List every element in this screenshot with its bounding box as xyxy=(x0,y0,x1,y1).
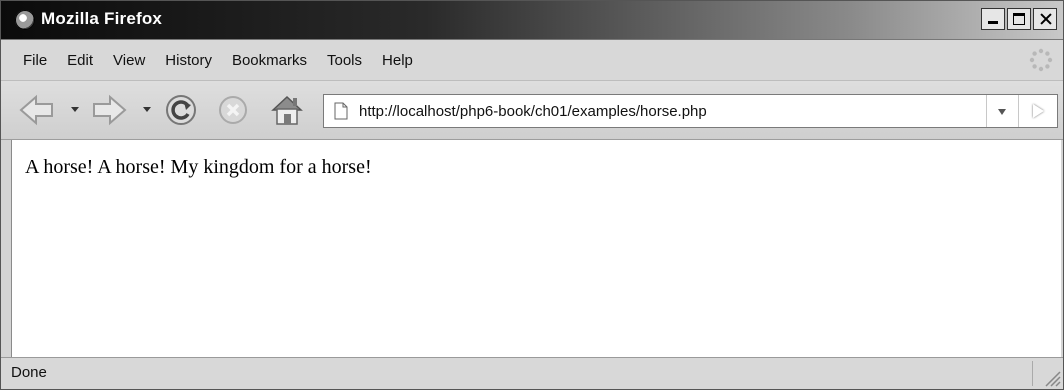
menu-view[interactable]: View xyxy=(103,52,155,69)
stop-icon xyxy=(219,96,247,124)
title-bar[interactable]: Mozilla Firefox xyxy=(1,1,1063,40)
back-icon xyxy=(19,94,53,126)
url-bar[interactable]: http://localhost/php6-book/ch01/examples… xyxy=(323,94,1058,128)
menu-history[interactable]: History xyxy=(155,52,222,69)
home-button[interactable] xyxy=(267,91,307,129)
close-button[interactable] xyxy=(1033,8,1057,30)
page-text: A horse! A horse! My kingdom for a horse… xyxy=(25,156,372,178)
navigation-toolbar: http://localhost/php6-book/ch01/examples… xyxy=(1,81,1063,140)
browser-window: Mozilla Firefox File Edit View History B… xyxy=(0,0,1064,390)
back-history-dropdown-icon[interactable] xyxy=(71,107,79,112)
menu-edit[interactable]: Edit xyxy=(57,52,103,69)
window-controls xyxy=(981,8,1057,30)
url-text[interactable]: http://localhost/php6-book/ch01/examples… xyxy=(359,103,707,120)
home-icon xyxy=(271,95,303,125)
page-content: A horse! A horse! My kingdom for a horse… xyxy=(11,140,1061,358)
back-button[interactable] xyxy=(17,91,57,129)
reload-button[interactable] xyxy=(161,91,201,129)
forward-button[interactable] xyxy=(89,91,129,129)
forward-icon xyxy=(93,94,127,126)
stop-button[interactable] xyxy=(213,91,253,129)
throbber-icon xyxy=(1029,48,1053,72)
page-icon xyxy=(334,102,348,120)
menu-file[interactable]: File xyxy=(17,52,57,69)
menu-bar: File Edit View History Bookmarks Tools H… xyxy=(1,40,1063,81)
status-bar: Done xyxy=(1,357,1063,389)
minimize-button[interactable] xyxy=(981,8,1005,30)
forward-history-dropdown-icon[interactable] xyxy=(143,107,151,112)
url-history-dropdown-icon[interactable] xyxy=(986,95,1017,127)
status-text: Done xyxy=(11,364,47,381)
resize-grip-icon[interactable] xyxy=(1041,367,1061,387)
menu-help[interactable]: Help xyxy=(372,52,423,69)
reload-icon xyxy=(166,95,196,125)
window-title: Mozilla Firefox xyxy=(41,9,163,28)
firefox-icon[interactable] xyxy=(15,10,35,30)
menu-tools[interactable]: Tools xyxy=(317,52,372,69)
menu-bookmarks[interactable]: Bookmarks xyxy=(222,52,317,69)
status-divider xyxy=(1032,361,1033,386)
go-button[interactable] xyxy=(1018,95,1057,127)
maximize-button[interactable] xyxy=(1007,8,1031,30)
